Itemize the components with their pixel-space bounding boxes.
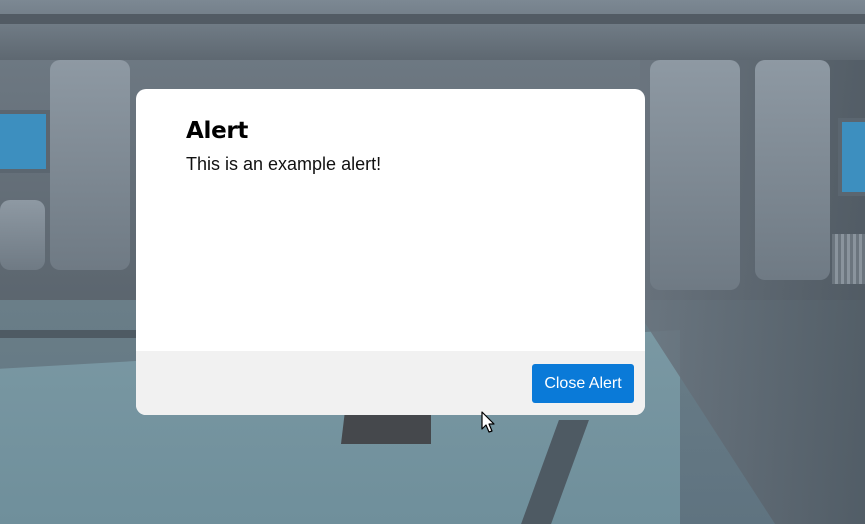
mouse-pointer-icon xyxy=(481,411,495,433)
alert-dialog: Alert This is an example alert! Close Al… xyxy=(136,89,645,415)
console-left xyxy=(0,200,45,270)
seat-right-back xyxy=(755,60,830,280)
alert-message: This is an example alert! xyxy=(186,154,382,174)
close-alert-button[interactable]: Close Alert xyxy=(532,364,634,403)
alert-footer: Close Alert xyxy=(136,351,645,415)
alert-title: Alert xyxy=(186,118,249,144)
seat-right-front xyxy=(650,60,740,290)
window-left xyxy=(0,110,50,173)
floor-strip xyxy=(0,330,140,338)
pedestal xyxy=(341,414,431,444)
seat-left xyxy=(50,60,130,270)
ceiling xyxy=(0,0,865,60)
ceiling-beam xyxy=(0,14,865,24)
window-right xyxy=(838,118,865,196)
wall-vent xyxy=(832,234,865,284)
